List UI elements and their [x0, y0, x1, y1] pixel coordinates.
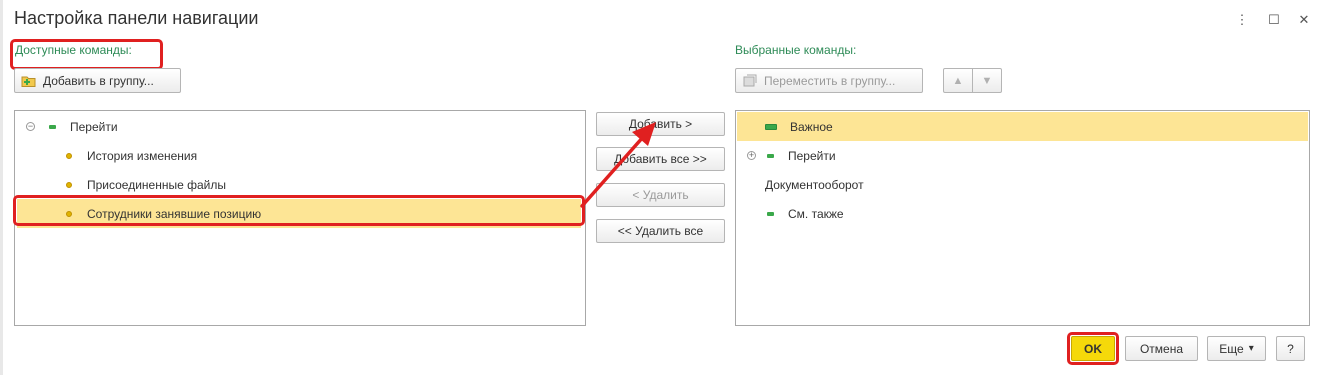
collapse-toggle-icon[interactable]: −: [26, 122, 35, 131]
tree-row-label: Перейти: [788, 148, 836, 163]
selected-commands-label: Выбранные команды:: [735, 43, 857, 57]
move-down-button[interactable]: ▼: [972, 68, 1002, 93]
tree-row-attached-files[interactable]: Присоединенные файлы: [15, 170, 585, 199]
add-button[interactable]: Добавить >: [596, 112, 725, 136]
green-group-icon: [765, 123, 777, 130]
more-label: Еще: [1219, 341, 1244, 356]
expand-toggle-icon[interactable]: +: [747, 151, 756, 160]
tree-row-label: История изменения: [87, 148, 198, 163]
more-button[interactable]: Еще ▾: [1207, 336, 1266, 361]
cancel-button[interactable]: Отмена: [1125, 336, 1198, 361]
move-to-group-label: Переместить в группу...: [764, 73, 896, 88]
tree-row-label: Документооборот: [765, 177, 864, 192]
maximize-icon[interactable]: ☐: [1264, 10, 1284, 30]
caret-down-icon: ▾: [1248, 343, 1254, 354]
add-to-group-label: Добавить в группу...: [43, 73, 154, 88]
tree-row-docflow[interactable]: Документооборот: [736, 170, 1309, 199]
tree-row-perejti[interactable]: − Перейти: [15, 112, 585, 141]
tree-row-employees-selected[interactable]: Сотрудники занявшие позицию: [17, 199, 581, 228]
tree-row-label: Присоединенные файлы: [87, 177, 226, 192]
tree-row-history[interactable]: История изменения: [15, 141, 585, 170]
move-group-icon: [743, 74, 757, 86]
tree-row-label: Сотрудники занявшие позицию: [87, 206, 262, 221]
tree-row-see-also[interactable]: См. также: [736, 199, 1309, 228]
green-group-icon: [767, 153, 774, 158]
green-group-icon: [49, 124, 56, 129]
folder-add-icon: [21, 76, 36, 87]
yellow-command-icon: [66, 210, 72, 217]
close-icon[interactable]: ✕: [1294, 10, 1314, 30]
yellow-command-icon: [66, 152, 72, 159]
remove-button[interactable]: < Удалить: [596, 183, 725, 207]
tree-row-label: Перейти: [70, 119, 118, 134]
arrow-up-icon: ▲: [952, 74, 964, 87]
ok-button[interactable]: OK: [1071, 336, 1115, 361]
available-commands-tree[interactable]: − Перейти История изменения Присоединенн…: [14, 110, 586, 326]
remove-all-button[interactable]: << Удалить все: [596, 219, 725, 243]
arrow-down-icon: ▼: [981, 74, 993, 87]
add-to-group-button[interactable]: Добавить в группу...: [14, 68, 181, 93]
tree-row-important-selected[interactable]: Важное: [737, 112, 1308, 141]
add-all-button[interactable]: Добавить все >>: [596, 147, 725, 171]
move-up-button[interactable]: ▲: [943, 68, 973, 93]
selected-commands-tree[interactable]: Важное + Перейти Документооборот См. так…: [735, 110, 1310, 326]
yellow-command-icon: [66, 181, 72, 188]
available-commands-label: Доступные команды:: [15, 43, 132, 57]
tree-row-label: См. также: [788, 206, 844, 221]
tree-row-label: Важное: [790, 119, 833, 134]
left-window-edge: [0, 0, 3, 375]
green-group-icon: [767, 211, 774, 216]
move-to-group-button[interactable]: Переместить в группу...: [735, 68, 923, 93]
more-menu-icon[interactable]: ⋮: [1232, 10, 1252, 30]
help-button[interactable]: ?: [1276, 336, 1305, 361]
tree-row-perejti[interactable]: + Перейти: [736, 141, 1309, 170]
window-title: Настройка панели навигации: [14, 8, 259, 28]
